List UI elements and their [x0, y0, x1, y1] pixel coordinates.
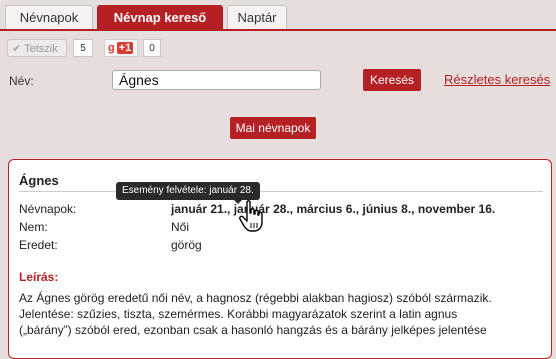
- event-tooltip: Esemény felvétele: január 28.: [116, 182, 260, 204]
- name-search-input[interactable]: [112, 70, 321, 90]
- nameday-link[interactable]: június 8.,: [362, 202, 414, 216]
- divider: [19, 191, 543, 192]
- nameday-link[interactable]: november 16.: [418, 202, 495, 216]
- tab-bar: Névnapok Névnap kereső Naptár: [0, 5, 556, 31]
- tab-naptar[interactable]: Naptár: [227, 5, 287, 29]
- like-button[interactable]: ✔ Tetszik: [7, 39, 67, 57]
- plus-one-label: +1: [116, 42, 134, 54]
- description-text: Az Ágnes görög eredetű női név, a hagnos…: [19, 290, 539, 338]
- description-line: Az Ágnes görög eredetű női név, a hagnos…: [19, 291, 492, 305]
- result-card: Ágnes Névnapok: január 21., január 28., …: [8, 159, 552, 359]
- gender-value: Női: [171, 220, 190, 234]
- google-plus-icon: g: [108, 42, 115, 54]
- hand-pointer-icon: [239, 200, 263, 232]
- nameday-link[interactable]: március 6.,: [296, 202, 359, 216]
- nameday-link[interactable]: január 21.,: [171, 202, 230, 216]
- advanced-search-link[interactable]: Részletes keresés: [444, 72, 550, 87]
- gender-label: Nem:: [19, 220, 48, 234]
- nameday-list: január 21., január 28., március 6., júni…: [171, 202, 495, 216]
- origin-label: Eredet:: [19, 238, 58, 252]
- description-line: Jelentése: szűzies, tiszta, szemérmes. K…: [19, 307, 458, 321]
- tab-bar-underline: [0, 29, 556, 31]
- checkmark-icon: ✔: [12, 43, 22, 55]
- tab-nevnap-kereso[interactable]: Névnap kereső: [97, 5, 223, 29]
- like-count: 5: [73, 39, 93, 57]
- description-heading: Leírás:: [19, 270, 59, 284]
- google-plus-count: 0: [143, 39, 161, 57]
- google-plus-button[interactable]: g +1: [104, 39, 138, 57]
- name-field-label: Név:: [9, 74, 34, 88]
- search-button[interactable]: Keresés: [363, 69, 421, 91]
- tab-nevnapok[interactable]: Névnapok: [5, 5, 93, 29]
- result-name: Ágnes: [19, 173, 59, 188]
- origin-value: görög: [171, 238, 202, 252]
- like-label: Tetszik: [24, 43, 58, 55]
- description-line: („bárány”) szóból ered, ezonban csak a h…: [19, 323, 487, 337]
- todays-namedays-button[interactable]: Mai névnapok: [230, 117, 316, 139]
- namedays-label: Névnapok:: [19, 202, 77, 216]
